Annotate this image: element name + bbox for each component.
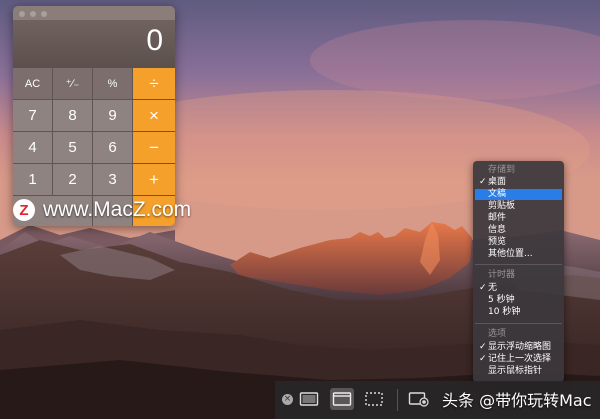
menu-item-show-pointer[interactable]: 显示鼠标指针 bbox=[475, 366, 562, 377]
key-2[interactable]: 2 bbox=[53, 164, 93, 196]
menu-item-desktop[interactable]: ✓ 桌面 bbox=[475, 177, 562, 188]
menu-item-other-location[interactable]: 其他位置... bbox=[475, 249, 562, 260]
minimize-window-button[interactable] bbox=[30, 11, 36, 17]
menu-item-label: 剪贴板 bbox=[488, 201, 516, 211]
menu-item-label: 文稿 bbox=[488, 189, 507, 199]
watermark: Z www.MacZ.com bbox=[13, 198, 191, 222]
toutiao-caption: 头条 @带你玩转Mac bbox=[442, 391, 592, 410]
screenshot-options-menu: 存储到 ✓ 桌面 文稿 剪贴板 邮件 信息 预览 其他位置... 计时器 ✓ 无… bbox=[473, 161, 564, 382]
calculator-display: 0 bbox=[13, 20, 175, 68]
menu-item-timer-5s[interactable]: 5 秒钟 bbox=[475, 295, 562, 306]
menu-item-remember-last[interactable]: ✓ 记住上一次选择 bbox=[475, 354, 562, 365]
display-value: 0 bbox=[146, 24, 163, 57]
menu-item-messages[interactable]: 信息 bbox=[475, 225, 562, 236]
capture-selection-button[interactable] bbox=[362, 388, 386, 410]
menu-item-label: 预览 bbox=[488, 237, 507, 247]
key-5[interactable]: 5 bbox=[53, 132, 93, 164]
key-plus[interactable]: + bbox=[133, 164, 175, 196]
menu-separator bbox=[475, 323, 562, 324]
key-divide[interactable]: ÷ bbox=[133, 68, 175, 100]
menu-item-mail[interactable]: 邮件 bbox=[475, 213, 562, 224]
menu-item-label: 显示浮动缩略图 bbox=[488, 342, 552, 352]
calculator-titlebar[interactable] bbox=[13, 6, 175, 20]
calculator-window: 0 AC ⁺∕₋ % ÷ 7 8 9 × 4 5 6 − 1 2 3 + bbox=[13, 6, 175, 226]
menu-item-label: 无 bbox=[488, 283, 498, 293]
key-4[interactable]: 4 bbox=[13, 132, 53, 164]
checkmark-icon: ✓ bbox=[479, 283, 487, 293]
menu-header-options: 选项 bbox=[488, 329, 507, 339]
menu-header-save-to: 存储到 bbox=[488, 165, 516, 175]
key-3[interactable]: 3 bbox=[93, 164, 133, 196]
entire-screen-icon bbox=[299, 392, 319, 406]
menu-item-documents[interactable]: 文稿 bbox=[475, 189, 562, 200]
capture-entire-screen-button[interactable] bbox=[297, 388, 321, 410]
menu-item-label: 记住上一次选择 bbox=[488, 354, 552, 364]
record-screen-icon bbox=[408, 392, 429, 407]
menu-item-label: 显示鼠标指针 bbox=[488, 366, 543, 376]
key-minus[interactable]: − bbox=[133, 132, 175, 164]
menu-item-timer-none[interactable]: ✓ 无 bbox=[475, 283, 562, 294]
menu-item-label: 10 秒钟 bbox=[488, 307, 521, 317]
menu-item-label: 邮件 bbox=[488, 213, 507, 223]
selection-icon bbox=[365, 392, 383, 406]
menu-item-label: 其他位置... bbox=[488, 249, 533, 259]
key-8[interactable]: 8 bbox=[53, 100, 93, 132]
menu-item-label: 5 秒钟 bbox=[488, 295, 515, 305]
macz-logo-icon: Z bbox=[13, 199, 35, 221]
toolbar-divider bbox=[397, 389, 398, 411]
key-6[interactable]: 6 bbox=[93, 132, 133, 164]
menu-header-timer: 计时器 bbox=[488, 270, 516, 280]
menu-item-label: 桌面 bbox=[488, 177, 507, 187]
key-ac[interactable]: AC bbox=[13, 68, 53, 100]
zoom-window-button[interactable] bbox=[41, 11, 47, 17]
record-screen-button[interactable] bbox=[407, 388, 431, 410]
checkmark-icon: ✓ bbox=[479, 177, 487, 187]
key-multiply[interactable]: × bbox=[133, 100, 175, 132]
capture-window-button[interactable] bbox=[330, 388, 354, 410]
key-plus-minus[interactable]: ⁺∕₋ bbox=[53, 68, 93, 100]
key-1[interactable]: 1 bbox=[13, 164, 53, 196]
checkmark-icon: ✓ bbox=[479, 342, 487, 352]
key-9[interactable]: 9 bbox=[93, 100, 133, 132]
close-toolbar-button[interactable]: × bbox=[282, 394, 293, 405]
watermark-text: www.MacZ.com bbox=[43, 198, 192, 221]
window-icon bbox=[332, 392, 352, 406]
menu-separator bbox=[475, 264, 562, 265]
key-percent[interactable]: % bbox=[93, 68, 133, 100]
menu-item-floating-thumbnail[interactable]: ✓ 显示浮动缩略图 bbox=[475, 342, 562, 353]
menu-item-preview[interactable]: 预览 bbox=[475, 237, 562, 248]
menu-item-timer-10s[interactable]: 10 秒钟 bbox=[475, 307, 562, 318]
menu-item-label: 信息 bbox=[488, 225, 507, 235]
key-7[interactable]: 7 bbox=[13, 100, 53, 132]
close-window-button[interactable] bbox=[19, 11, 25, 17]
checkmark-icon: ✓ bbox=[479, 354, 487, 364]
menu-item-clipboard[interactable]: 剪贴板 bbox=[475, 201, 562, 212]
